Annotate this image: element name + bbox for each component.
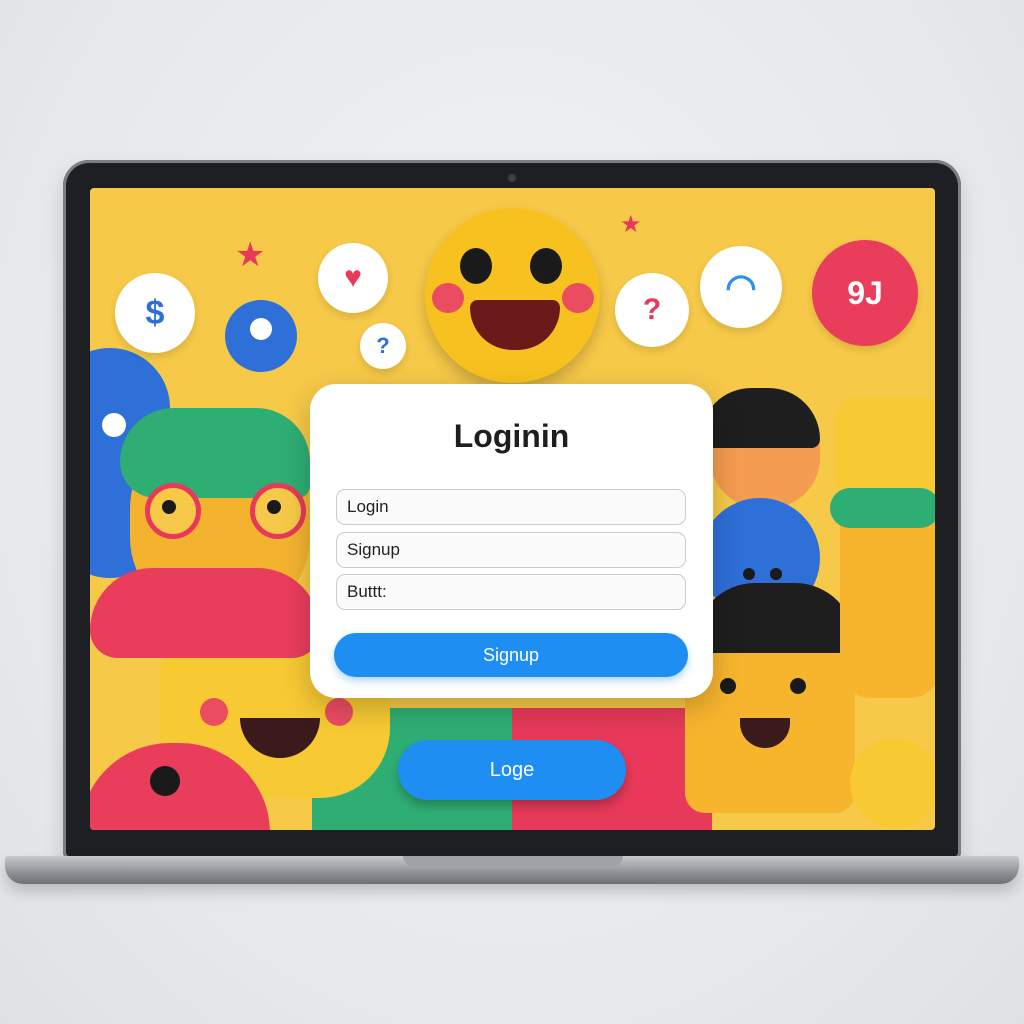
emoji-cheek [432,283,464,313]
info-bubble-dot [250,318,272,340]
smiling-character-cheek [325,698,353,726]
star-icon: ★ [620,211,642,238]
smiling-character-cheek [200,698,228,726]
laptop-notch [403,856,623,866]
login-card: Loginin Signup [310,384,713,698]
glasses-character-eye [267,500,281,514]
speech-text: 9J [847,274,883,311]
question-mark: ? [376,333,390,358]
dollar-bubble-icon: $ [115,273,195,353]
square-boy-eye [790,678,806,694]
blue-ball-eye [770,568,782,580]
question-bubble-small-icon: ? [360,323,406,369]
heart-bubble-icon: ♥ [318,243,388,313]
bottom-right-character [850,738,935,828]
star-icon: ★ [235,236,266,274]
far-right-mustache [830,488,935,528]
blue-ball-eye [743,568,755,580]
login-field[interactable] [336,489,686,525]
smiling-character-hair [90,568,320,658]
button-field[interactable] [336,574,686,610]
wifi-bubble-icon: ◠ [700,246,782,328]
dollar-symbol: $ [145,293,165,332]
right-girl-hair [700,388,820,448]
signup-button[interactable]: Signup [334,633,688,677]
glasses-character-eye [162,500,176,514]
emoji-eye [460,248,492,284]
question-bubble-icon: ? [615,273,689,347]
card-title: Loginin [453,418,570,454]
webcam-icon [508,174,516,182]
square-boy-hair [695,583,855,653]
emoji-eye [530,248,562,284]
question-mark: ? [642,293,662,326]
emoji-cheek [562,283,594,313]
square-boy-eye [720,678,736,694]
top-right-character [835,398,935,498]
far-right-character [840,498,935,698]
blue-character-eye [102,413,126,437]
laptop-base [5,856,1019,884]
signup-field[interactable] [336,532,686,568]
loge-button[interactable]: Loge [398,740,626,800]
pink-character-eye [150,766,180,796]
red-speech-bubble-icon: 9J [812,240,918,346]
